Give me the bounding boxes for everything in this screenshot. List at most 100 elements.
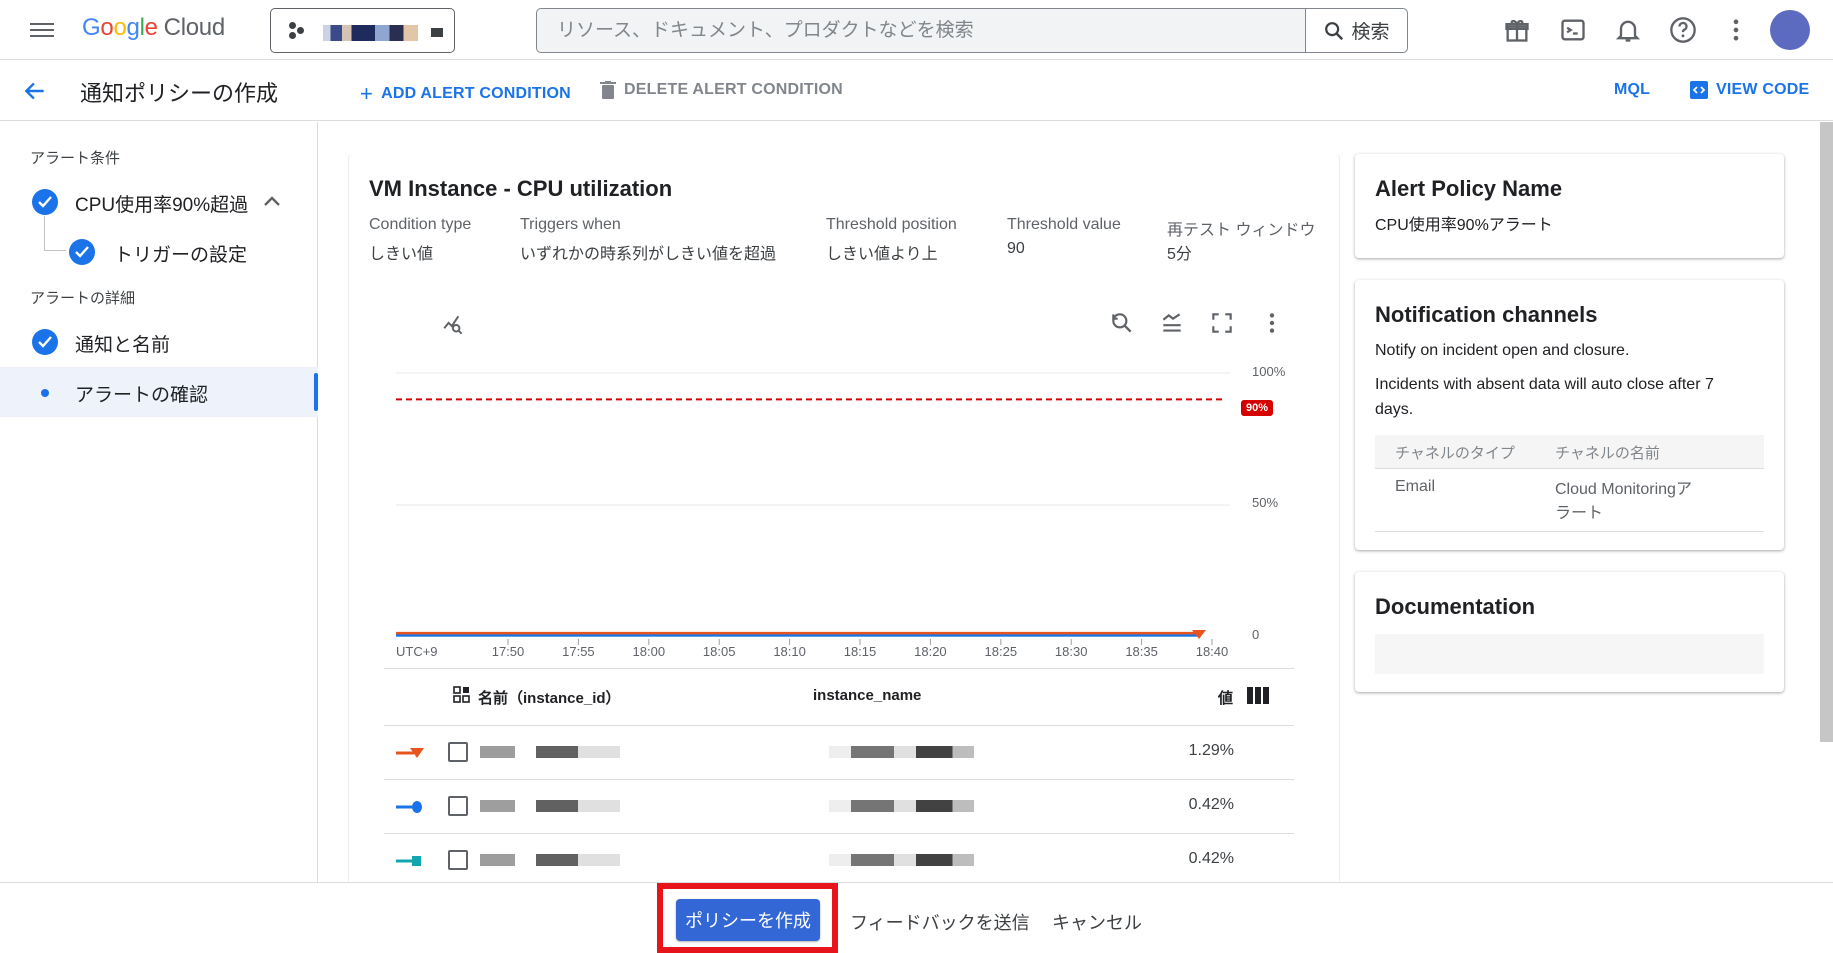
- more-vert-icon[interactable]: [1722, 16, 1750, 44]
- add-alert-condition-button[interactable]: + ADD ALERT CONDITION: [360, 81, 571, 107]
- documentation-content: [1375, 634, 1764, 674]
- x-tick-label: 18:40: [1196, 644, 1229, 659]
- mql-label: MQL: [1614, 81, 1650, 99]
- channel-row: Email Cloud Monitoringアラート: [1375, 470, 1764, 532]
- project-selector[interactable]: [270, 8, 455, 53]
- series-checkbox[interactable]: [448, 850, 468, 870]
- sidebar-item-condition[interactable]: CPU使用率90%超過: [0, 177, 318, 227]
- sidebar-item-label: アラートの確認: [75, 380, 208, 407]
- field-label: Condition type: [369, 216, 471, 234]
- sidebar-item-label: トリガーの設定: [114, 240, 247, 267]
- view-code-label: VIEW CODE: [1716, 81, 1809, 99]
- gift-icon[interactable]: [1503, 16, 1531, 44]
- chart-explore-icon[interactable]: [441, 312, 467, 338]
- table-row[interactable]: 0.42%: [384, 779, 1294, 833]
- mql-button[interactable]: MQL: [1614, 81, 1650, 99]
- search-input[interactable]: [537, 9, 1305, 52]
- x-tick-label: 18:15: [844, 644, 877, 659]
- table-row[interactable]: 1.29%: [384, 725, 1294, 779]
- logo-letter: e: [145, 14, 158, 41]
- column-density-icon[interactable]: [1247, 687, 1269, 704]
- series-value: 1.29%: [1189, 742, 1234, 760]
- send-feedback-button[interactable]: フィードバックを送信: [850, 909, 1030, 935]
- cpu-utilization-chart[interactable]: [349, 354, 1339, 684]
- column-header-name[interactable]: 名前（instance_id）: [478, 687, 621, 708]
- cloud-shell-icon[interactable]: [1559, 16, 1587, 44]
- back-arrow-icon[interactable]: [22, 78, 48, 104]
- logo-letter: G: [82, 14, 100, 41]
- instance-id-redacted: [480, 800, 620, 812]
- delete-alert-condition-label: DELETE ALERT CONDITION: [624, 81, 843, 99]
- x-tick-label: 18:20: [914, 644, 947, 659]
- page-title: 通知ポリシーの作成: [80, 76, 278, 108]
- field-value: しきい値より上: [826, 240, 938, 264]
- action-bar: 通知ポリシーの作成 + ADD ALERT CONDITION DELETE A…: [0, 61, 1833, 121]
- footer-bar: ポリシーを作成 フィードバックを送信 キャンセル: [0, 882, 1833, 952]
- sidebar-item-label: CPU使用率90%超過: [75, 190, 248, 217]
- fullscreen-icon[interactable]: [1209, 310, 1235, 336]
- column-header-value[interactable]: 値: [1218, 687, 1233, 708]
- field-label: Triggers when: [520, 216, 621, 234]
- project-icon: [289, 22, 307, 40]
- legend-toggle-icon[interactable]: [1159, 310, 1185, 336]
- channel-table-header: チャネルのタイプ チャネルの名前: [1375, 435, 1764, 469]
- page-scrollbar[interactable]: [1820, 122, 1833, 742]
- series-value: 0.42%: [1189, 796, 1234, 814]
- view-code-button[interactable]: VIEW CODE: [1690, 81, 1809, 99]
- main-content: VM Instance - CPU utilization Condition …: [319, 122, 1833, 882]
- x-tick-label: 18:10: [773, 644, 806, 659]
- create-policy-button[interactable]: ポリシーを作成: [676, 899, 820, 941]
- condition-title: VM Instance - CPU utilization: [369, 176, 672, 202]
- column-select-icon[interactable]: [453, 686, 471, 704]
- instance-id-redacted: [480, 854, 620, 866]
- auto-close-description: Incidents with absent data will auto clo…: [1375, 372, 1745, 422]
- instance-name-redacted: [829, 800, 974, 812]
- google-cloud-logo[interactable]: GoogleCloud: [82, 14, 225, 42]
- table-row[interactable]: 0.42%: [384, 833, 1294, 887]
- chevron-up-icon[interactable]: [262, 194, 282, 208]
- instance-name-redacted: [829, 854, 974, 866]
- check-circle-icon: [32, 329, 58, 355]
- cancel-button[interactable]: キャンセル: [1052, 909, 1142, 935]
- check-circle-icon: [69, 239, 95, 265]
- main-menu-icon[interactable]: [30, 20, 54, 40]
- search-button-label: 検索: [1351, 17, 1389, 44]
- timezone-label: UTC+9: [396, 644, 438, 659]
- x-tick-label: 18:05: [703, 644, 736, 659]
- search-button[interactable]: 検索: [1305, 9, 1407, 52]
- notifications-icon[interactable]: [1614, 16, 1642, 44]
- delete-alert-condition-button[interactable]: DELETE ALERT CONDITION: [600, 81, 843, 99]
- account-avatar[interactable]: [1770, 10, 1810, 50]
- documentation-title: Documentation: [1375, 594, 1535, 620]
- trash-icon: [600, 81, 616, 99]
- notification-channels-card: Notification channels Notify on incident…: [1355, 280, 1784, 550]
- field-value: いずれかの時系列がしきい値を超過: [520, 240, 776, 264]
- series-checkbox[interactable]: [448, 796, 468, 816]
- field-value: 5分: [1167, 240, 1192, 264]
- series-checkbox[interactable]: [448, 742, 468, 762]
- current-step-dot-icon: [41, 389, 49, 397]
- section-alert-conditions: アラート条件: [30, 147, 120, 168]
- sidebar: アラート条件 CPU使用率90%超過 トリガーの設定 アラートの詳細 通知と名前…: [0, 122, 318, 882]
- divider: [384, 668, 1294, 669]
- field-label: Threshold position: [826, 216, 957, 234]
- y-tick-label: 50%: [1252, 495, 1278, 510]
- x-tick-label: 17:50: [492, 644, 525, 659]
- top-bar: GoogleCloud 検索: [0, 0, 1833, 60]
- sidebar-item-notify[interactable]: 通知と名前: [0, 317, 318, 367]
- notification-channels-title: Notification channels: [1375, 302, 1597, 328]
- reset-zoom-icon[interactable]: [1109, 310, 1135, 336]
- sidebar-item-label: 通知と名前: [75, 330, 170, 357]
- help-icon[interactable]: [1669, 16, 1697, 44]
- add-icon: +: [360, 81, 373, 107]
- sidebar-item-trigger[interactable]: トリガーの設定: [0, 226, 318, 276]
- sidebar-item-review[interactable]: アラートの確認: [0, 367, 318, 417]
- channel-type-header: チャネルのタイプ: [1395, 442, 1515, 463]
- column-header-instance-name[interactable]: instance_name: [813, 687, 921, 704]
- notify-description: Notify on incident open and closure.: [1375, 338, 1755, 363]
- field-value: しきい値: [369, 240, 433, 264]
- series-value: 0.42%: [1189, 850, 1234, 868]
- chart-more-icon[interactable]: [1259, 310, 1285, 336]
- logo-letter: g: [127, 14, 140, 41]
- instance-name-redacted: [829, 746, 974, 758]
